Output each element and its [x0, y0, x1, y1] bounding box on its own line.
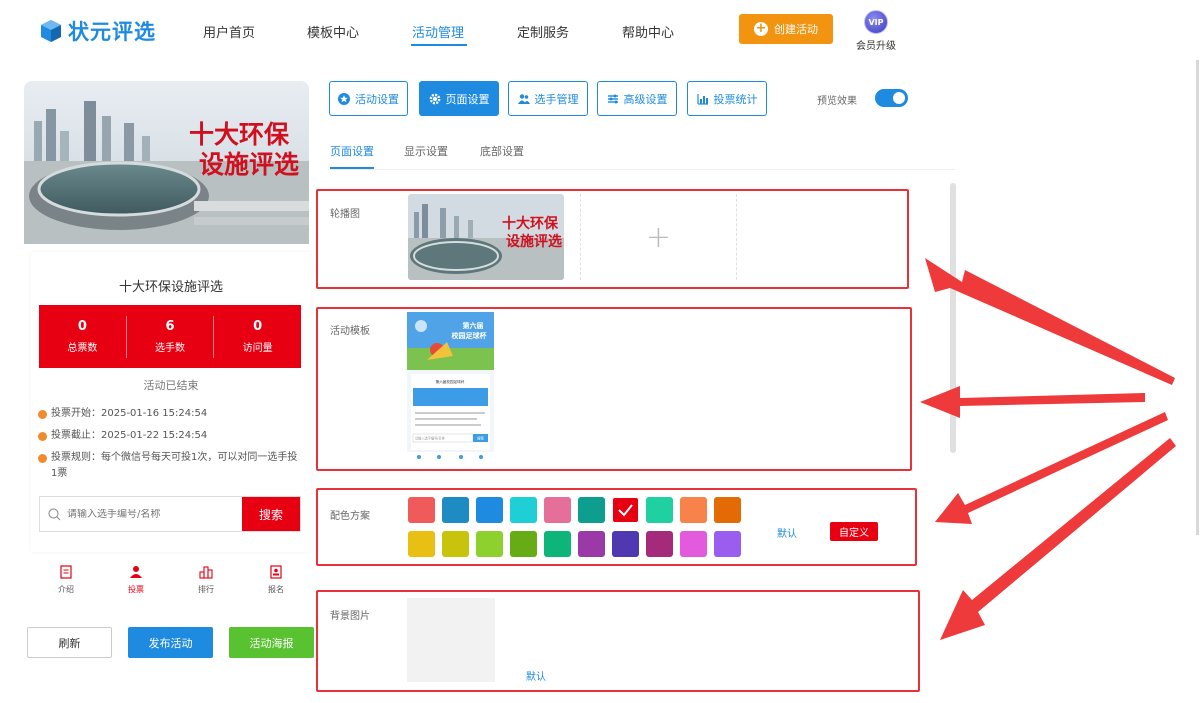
- red-arrow-icon: [920, 258, 1176, 640]
- annotation-arrows: [920, 258, 1176, 640]
